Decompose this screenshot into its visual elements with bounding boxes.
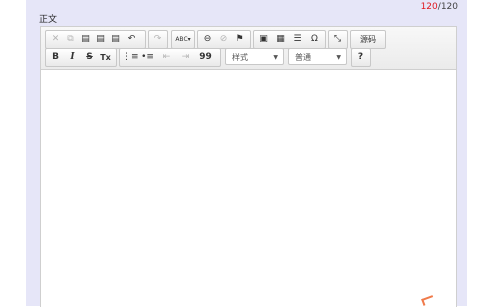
bold-icon[interactable]: B (48, 49, 63, 66)
styles-dropdown[interactable]: 样式 ▼ (225, 48, 284, 65)
clipboard-group: ✕ ⧉ ▤ ▤ ▤ ↶ (45, 30, 146, 49)
cut-icon[interactable]: ✕ (48, 31, 63, 48)
spellcheck-group: ABC▾ (171, 30, 195, 49)
horizontal-rule-icon[interactable]: ☰ (290, 31, 305, 48)
char-count-max: 120 (440, 2, 458, 12)
rich-text-editor: ✕ ⧉ ▤ ▤ ▤ ↶ ↷ ABC▾ ⊖ ⊘ ⚑ ▣ ▦ ☰ Ω ⤡ 源码 B … (40, 26, 457, 307)
special-char-icon[interactable]: Ω (307, 31, 322, 48)
paste-icon[interactable]: ▤ (78, 31, 93, 48)
format-dropdown-label: 普通 (295, 53, 311, 62)
chevron-down-icon: ▼ (336, 54, 341, 61)
source-button[interactable]: 源码 (352, 31, 384, 48)
styles-dropdown-label: 样式 (232, 53, 248, 62)
redo-group: ↷ (148, 30, 168, 49)
link-group: ⊖ ⊘ ⚑ (197, 30, 251, 49)
chevron-down-icon: ▼ (273, 54, 278, 61)
source-group: 源码 (350, 30, 386, 49)
char-counter: 120/120 (421, 2, 458, 12)
spellcheck-icon[interactable]: ABC▾ (171, 31, 195, 48)
copy-icon[interactable]: ⧉ (63, 31, 78, 48)
undo-icon[interactable]: ↶ (124, 31, 139, 48)
table-icon[interactable]: ▦ (273, 31, 288, 48)
editor-toolbar: ✕ ⧉ ▤ ▤ ▤ ↶ ↷ ABC▾ ⊖ ⊘ ⚑ ▣ ▦ ☰ Ω ⤡ 源码 B … (41, 27, 456, 70)
anchor-icon[interactable]: ⚑ (232, 31, 247, 48)
numbered-list-icon[interactable]: ⋮≡ (122, 49, 139, 66)
image-icon[interactable]: ▣ (256, 31, 271, 48)
help-icon[interactable]: ? (353, 49, 368, 66)
unlink-icon[interactable]: ⊘ (216, 31, 231, 48)
indent-icon[interactable]: ⇥ (178, 49, 193, 66)
insert-group: ▣ ▦ ☰ Ω (253, 30, 326, 49)
paste-text-icon[interactable]: ▤ (93, 31, 108, 48)
maximize-group: ⤡ (328, 30, 348, 49)
paste-word-icon[interactable]: ▤ (108, 31, 123, 48)
char-count-current: 120 (420, 2, 438, 12)
italic-icon[interactable]: I (65, 49, 80, 66)
format-dropdown[interactable]: 普通 ▼ (288, 48, 347, 65)
paragraph-group: ⋮≡ •≡ ⇤ ⇥ 99 (119, 48, 221, 67)
redo-icon[interactable]: ↷ (150, 31, 165, 48)
basic-style-group: B I S Tx (45, 48, 117, 67)
remove-format-icon[interactable]: Tx (98, 49, 113, 66)
bulleted-list-icon[interactable]: •≡ (140, 49, 155, 66)
strikethrough-icon[interactable]: S (82, 49, 97, 66)
maximize-icon[interactable]: ⤡ (330, 31, 345, 48)
link-icon[interactable]: ⊖ (200, 31, 215, 48)
blockquote-icon[interactable]: 99 (198, 49, 213, 66)
help-group: ? (351, 48, 371, 67)
body-field-label: 正文 (39, 15, 58, 25)
outdent-icon[interactable]: ⇤ (159, 49, 174, 66)
